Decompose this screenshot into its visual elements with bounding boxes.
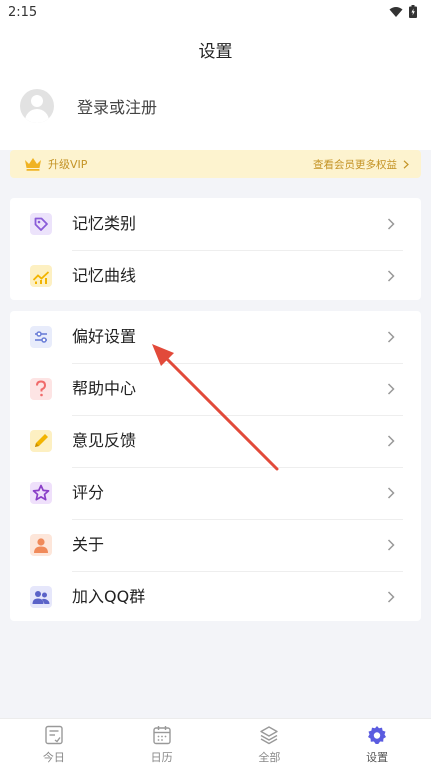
login-register-label: 登录或注册: [77, 98, 158, 117]
chevron-right-icon: [387, 383, 395, 395]
bottom-nav: 今日 日历 全部 设置: [0, 718, 431, 767]
chevron-right-icon: [403, 160, 409, 169]
chevron-right-icon: [387, 218, 395, 230]
menu-label: 评分: [72, 483, 105, 502]
vip-label: 升级VIP: [48, 158, 88, 171]
vip-benefits-text: 查看会员更多权益: [313, 159, 397, 171]
question-icon: [30, 378, 52, 400]
menu-item-rating[interactable]: 评分: [10, 467, 421, 519]
nav-tab-all[interactable]: 全部: [216, 719, 324, 767]
nav-label: 设置: [366, 751, 389, 764]
nav-tab-today[interactable]: 今日: [0, 719, 108, 767]
menu-item-preferences[interactable]: 偏好设置: [10, 311, 421, 363]
vip-benefits-link[interactable]: 查看会员更多权益: [313, 157, 409, 172]
chevron-right-icon: [387, 270, 395, 282]
sliders-icon: [30, 326, 52, 348]
chart-icon: [30, 265, 52, 287]
layers-icon: [260, 726, 279, 745]
status-bar: 2:15: [0, 0, 431, 26]
menu-card-memory: 记忆类别 记忆曲线: [10, 198, 421, 300]
menu-card-general: 偏好设置 帮助中心 意见反馈 评分 关于 加入QQ群: [10, 311, 421, 621]
nav-label: 日历: [150, 751, 173, 764]
calendar-icon: [152, 726, 171, 745]
status-time: 2:15: [8, 5, 38, 20]
group-icon: [30, 586, 52, 608]
battery-icon: [409, 5, 417, 18]
chevron-right-icon: [387, 487, 395, 499]
menu-item-feedback[interactable]: 意见反馈: [10, 415, 421, 467]
person-icon: [30, 534, 52, 556]
today-icon: [45, 725, 63, 745]
menu-item-memory-category[interactable]: 记忆类别: [10, 198, 421, 250]
crown-icon: [25, 158, 41, 171]
vip-banner[interactable]: 升级VIP 查看会员更多权益: [10, 150, 421, 178]
nav-label: 全部: [258, 751, 281, 764]
menu-item-join-qq-group[interactable]: 加入QQ群: [10, 571, 421, 623]
menu-label: 关于: [72, 535, 105, 554]
chevron-right-icon: [387, 591, 395, 603]
menu-label: 意见反馈: [72, 431, 137, 450]
tag-icon: [30, 213, 52, 235]
login-register-row[interactable]: 登录或注册: [20, 88, 157, 124]
nav-label: 今日: [42, 751, 65, 764]
page-title: 设置: [198, 42, 233, 62]
status-icons: [389, 5, 417, 18]
menu-label: 帮助中心: [72, 379, 137, 398]
menu-label: 偏好设置: [72, 327, 137, 346]
menu-label: 记忆类别: [72, 214, 137, 233]
chevron-right-icon: [387, 539, 395, 551]
chevron-right-icon: [387, 331, 395, 343]
star-icon: [30, 482, 52, 504]
pencil-icon: [30, 430, 52, 452]
menu-item-help-center[interactable]: 帮助中心: [10, 363, 421, 415]
avatar: [20, 89, 54, 123]
settings-gear-icon: [368, 726, 387, 744]
menu-item-memory-curve[interactable]: 记忆曲线: [10, 250, 421, 302]
wifi-icon: [389, 6, 403, 17]
menu-item-about[interactable]: 关于: [10, 519, 421, 571]
nav-tab-settings[interactable]: 设置: [323, 719, 431, 767]
menu-label: 加入QQ群: [72, 587, 146, 606]
nav-tab-calendar[interactable]: 日历: [108, 719, 216, 767]
chevron-right-icon: [387, 435, 395, 447]
menu-label: 记忆曲线: [72, 266, 137, 285]
